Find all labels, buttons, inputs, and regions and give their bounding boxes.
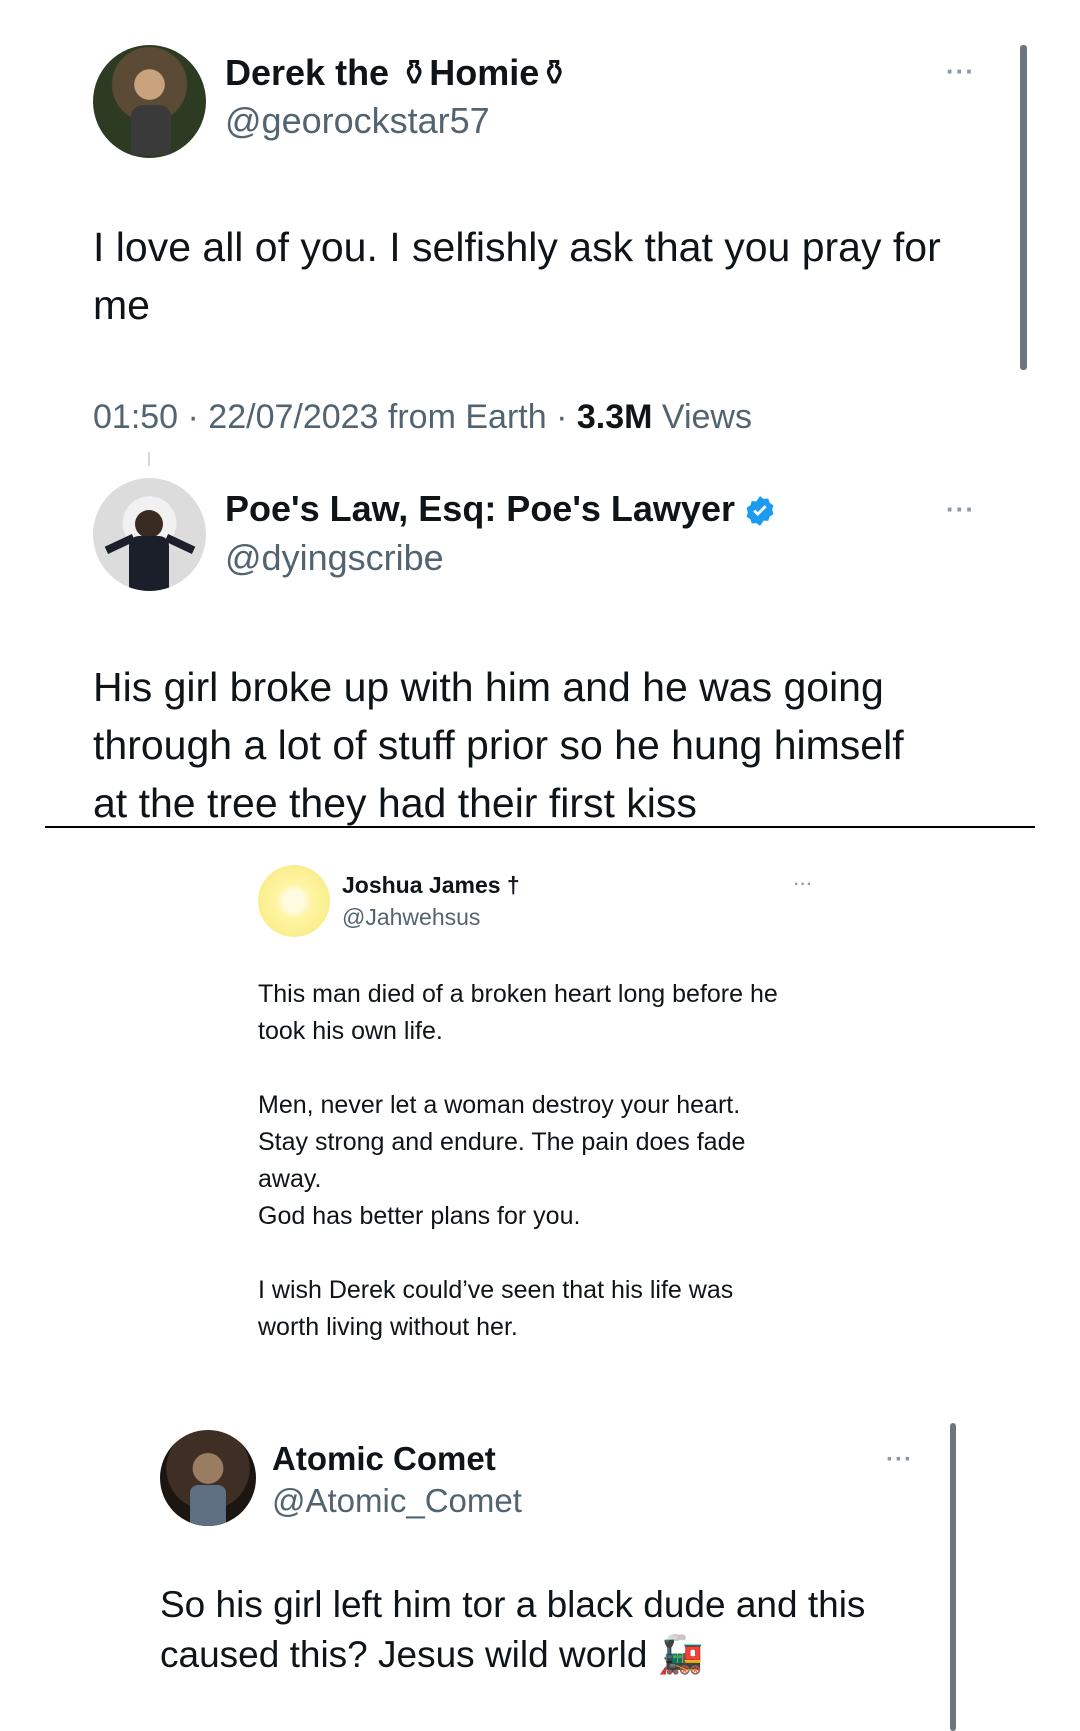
views-count: 3.3M <box>576 398 653 436</box>
tweet-text-line: through a lot of stuff prior so he hung … <box>93 722 904 768</box>
thread-connector <box>148 452 150 466</box>
user-handle[interactable]: @dyingscribe <box>225 537 444 579</box>
tweet-text-line: So his girl left him tor a black dude an… <box>160 1584 866 1625</box>
avatar-joshua[interactable] <box>258 865 330 937</box>
more-horizontal-icon[interactable]: ··· <box>946 494 975 525</box>
tweet-text-line: me <box>93 282 150 329</box>
user-handle[interactable]: @Jahwehsus <box>342 904 480 931</box>
avatar-poe[interactable] <box>93 478 206 591</box>
user-handle[interactable]: @georockstar57 <box>225 100 490 142</box>
divider <box>45 826 1035 828</box>
tweet-text: This man died of a broken heart long bef… <box>258 976 778 1346</box>
timestamp[interactable]: 01:50 · 22/07/2023 from Earth · <box>93 398 577 436</box>
tweet-text-line: I love all of you. I selfishly ask that … <box>93 224 941 270</box>
tweet-text: I love all of you. I selfishly ask that … <box>93 222 941 330</box>
tweet-text-line: Stay strong and endure. The pain does fa… <box>258 1128 746 1156</box>
tweet-text: So his girl left him tor a black dude an… <box>160 1580 865 1680</box>
more-horizontal-icon[interactable]: ··· <box>946 56 975 87</box>
tweet-text-line: This man died of a broken heart long bef… <box>258 980 778 1008</box>
scrollbar[interactable] <box>1020 45 1027 370</box>
tweet-text-line: I wish Derek could’ve seen that his life… <box>258 1276 734 1304</box>
tweet-meta: 01:50 · 22/07/2023 from Earth · 3.3M Vie… <box>93 398 752 437</box>
tweet-text-line: worth living without her. <box>258 1313 518 1341</box>
scrollbar[interactable] <box>950 1423 956 1731</box>
tweet-text-line: away. <box>258 1165 322 1193</box>
tweet-text-line: Men, never let a woman destroy your hear… <box>258 1091 741 1119</box>
tweet-text-line: took his own life. <box>258 1017 443 1045</box>
display-name[interactable]: Derek the ⚱Homie⚱ <box>225 52 569 94</box>
tweet-text-line: His girl broke up with him and he was go… <box>93 664 884 710</box>
tweet-text-line: at the tree they had their first kiss <box>93 780 697 826</box>
more-horizontal-icon[interactable]: ··· <box>794 876 813 894</box>
more-horizontal-icon[interactable]: ··· <box>886 1446 913 1474</box>
tweet-text: His girl broke up with him and he was go… <box>93 658 904 832</box>
display-name[interactable]: Poe's Law, Esq: Poe's Lawyer <box>225 488 777 530</box>
display-name[interactable]: Atomic Comet <box>272 1440 496 1478</box>
display-name[interactable]: Joshua James † <box>342 872 520 899</box>
avatar-atomic-comet[interactable] <box>160 1430 256 1526</box>
tweet-text-line: God has better plans for you. <box>258 1202 581 1230</box>
tweet-text-line: caused this? Jesus wild world 🚂 <box>160 1634 704 1675</box>
display-name-text[interactable]: Poe's Law, Esq: Poe's Lawyer <box>225 488 735 529</box>
verified-badge-icon <box>746 496 774 527</box>
avatar-derek[interactable] <box>93 45 206 158</box>
user-handle[interactable]: @Atomic_Comet <box>272 1482 522 1520</box>
views-label: Views <box>652 398 752 436</box>
